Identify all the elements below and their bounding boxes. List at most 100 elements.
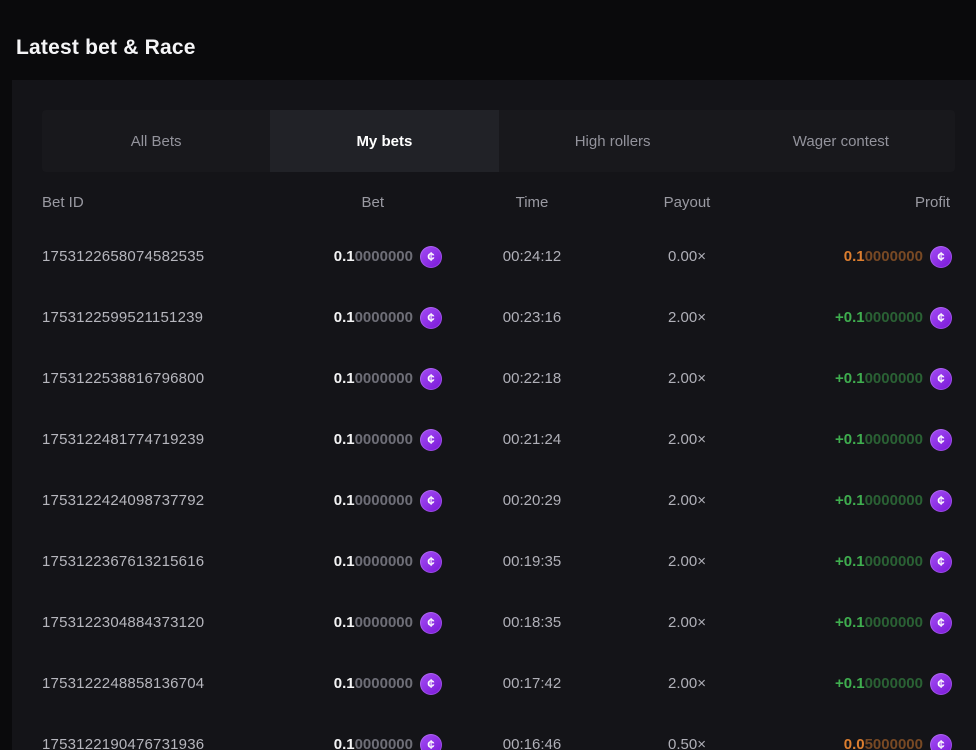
bet-profit-main: +0.1 bbox=[835, 492, 865, 509]
bet-amount: 0.10000000 ¢ bbox=[282, 551, 442, 573]
currency-coin-icon: ¢ bbox=[930, 429, 952, 451]
table-row[interactable]: 1753122481774719239 0.10000000 ¢ 00:21:2… bbox=[12, 409, 976, 470]
currency-coin-icon: ¢ bbox=[420, 490, 442, 512]
bet-profit: +0.10000000 ¢ bbox=[752, 612, 952, 634]
bet-amount: 0.10000000 ¢ bbox=[282, 673, 442, 695]
currency-coin-icon: ¢ bbox=[420, 551, 442, 573]
bet-id: 1753122481774719239 bbox=[42, 431, 282, 448]
header-profit: Profit bbox=[752, 194, 952, 211]
bet-profit-zeros: 0000000 bbox=[865, 614, 923, 631]
bet-time: 00:17:42 bbox=[442, 675, 622, 692]
header-time: Time bbox=[442, 194, 622, 211]
bet-payout: 2.00× bbox=[622, 309, 752, 326]
bet-profit: 0.10000000 ¢ bbox=[752, 246, 952, 268]
tab-all-bets[interactable]: All Bets bbox=[42, 110, 270, 172]
bet-amount-zeros: 0000000 bbox=[355, 431, 413, 448]
header-payout: Payout bbox=[622, 194, 752, 211]
bets-panel: All Bets My bets High rollers Wager cont… bbox=[12, 80, 976, 750]
bet-id: 1753122304884373120 bbox=[42, 614, 282, 631]
tab-my-bets[interactable]: My bets bbox=[270, 110, 498, 172]
bet-profit-zeros: 5000000 bbox=[865, 736, 923, 750]
currency-coin-icon: ¢ bbox=[420, 429, 442, 451]
tab-high-rollers[interactable]: High rollers bbox=[499, 110, 727, 172]
bet-time: 00:23:16 bbox=[442, 309, 622, 326]
table-row[interactable]: 1753122658074582535 0.10000000 ¢ 00:24:1… bbox=[12, 226, 976, 287]
table-row[interactable]: 1753122248858136704 0.10000000 ¢ 00:17:4… bbox=[12, 653, 976, 714]
bet-payout: 2.00× bbox=[622, 675, 752, 692]
header-bet-id: Bet ID bbox=[42, 194, 282, 211]
bet-amount: 0.10000000 ¢ bbox=[282, 246, 442, 268]
bet-id: 1753122538816796800 bbox=[42, 370, 282, 387]
bet-profit-main: 0.0 bbox=[844, 736, 865, 750]
bet-amount-main: 0.1 bbox=[334, 736, 355, 750]
bet-profit: +0.10000000 ¢ bbox=[752, 551, 952, 573]
table-row[interactable]: 1753122424098737792 0.10000000 ¢ 00:20:2… bbox=[12, 470, 976, 531]
bet-time: 00:19:35 bbox=[442, 553, 622, 570]
bet-amount-zeros: 0000000 bbox=[355, 553, 413, 570]
currency-coin-icon: ¢ bbox=[930, 551, 952, 573]
bet-time: 00:18:35 bbox=[442, 614, 622, 631]
tab-wager-contest[interactable]: Wager contest bbox=[727, 110, 955, 172]
bet-profit-main: 0.1 bbox=[844, 248, 865, 265]
currency-coin-icon: ¢ bbox=[930, 307, 952, 329]
table-row[interactable]: 1753122599521151239 0.10000000 ¢ 00:23:1… bbox=[12, 287, 976, 348]
bet-id: 1753122658074582535 bbox=[42, 248, 282, 265]
bet-payout: 2.00× bbox=[622, 370, 752, 387]
currency-coin-icon: ¢ bbox=[420, 734, 442, 750]
bet-amount-zeros: 0000000 bbox=[355, 492, 413, 509]
bet-profit-zeros: 0000000 bbox=[865, 431, 923, 448]
bet-payout: 0.00× bbox=[622, 248, 752, 265]
bet-amount-main: 0.1 bbox=[334, 675, 355, 692]
bet-id: 1753122190476731936 bbox=[42, 736, 282, 750]
page-title: Latest bet & Race bbox=[16, 36, 196, 60]
table-header-row: Bet ID Bet Time Payout Profit bbox=[12, 178, 976, 226]
bet-profit: +0.10000000 ¢ bbox=[752, 673, 952, 695]
bet-amount: 0.10000000 ¢ bbox=[282, 612, 442, 634]
bet-amount-main: 0.1 bbox=[334, 309, 355, 326]
bet-amount-main: 0.1 bbox=[334, 370, 355, 387]
bet-amount-zeros: 0000000 bbox=[355, 675, 413, 692]
bet-amount: 0.10000000 ¢ bbox=[282, 368, 442, 390]
header-bet: Bet bbox=[282, 194, 442, 211]
currency-coin-icon: ¢ bbox=[420, 612, 442, 634]
bet-profit-main: +0.1 bbox=[835, 553, 865, 570]
bet-amount-zeros: 0000000 bbox=[355, 309, 413, 326]
bet-amount: 0.10000000 ¢ bbox=[282, 307, 442, 329]
bet-time: 00:22:18 bbox=[442, 370, 622, 387]
currency-coin-icon: ¢ bbox=[930, 246, 952, 268]
bet-profit-zeros: 0000000 bbox=[865, 675, 923, 692]
currency-coin-icon: ¢ bbox=[420, 673, 442, 695]
bet-profit-main: +0.1 bbox=[835, 614, 865, 631]
currency-coin-icon: ¢ bbox=[420, 307, 442, 329]
bet-payout: 2.00× bbox=[622, 614, 752, 631]
table-row[interactable]: 1753122367613215616 0.10000000 ¢ 00:19:3… bbox=[12, 531, 976, 592]
table-row[interactable]: 1753122304884373120 0.10000000 ¢ 00:18:3… bbox=[12, 592, 976, 653]
bet-payout: 0.50× bbox=[622, 736, 752, 750]
bet-id: 1753122367613215616 bbox=[42, 553, 282, 570]
bet-id: 1753122424098737792 bbox=[42, 492, 282, 509]
bet-profit: +0.10000000 ¢ bbox=[752, 490, 952, 512]
currency-coin-icon: ¢ bbox=[930, 734, 952, 750]
bet-time: 00:20:29 bbox=[442, 492, 622, 509]
bet-id: 1753122248858136704 bbox=[42, 675, 282, 692]
bet-profit-zeros: 0000000 bbox=[865, 309, 923, 326]
bets-table-body: 1753122658074582535 0.10000000 ¢ 00:24:1… bbox=[12, 226, 976, 750]
bet-payout: 2.00× bbox=[622, 431, 752, 448]
bet-amount-main: 0.1 bbox=[334, 492, 355, 509]
bet-profit-zeros: 0000000 bbox=[865, 492, 923, 509]
bet-amount-zeros: 0000000 bbox=[355, 736, 413, 750]
bet-time: 00:24:12 bbox=[442, 248, 622, 265]
bet-time: 00:16:46 bbox=[442, 736, 622, 750]
bet-profit: +0.10000000 ¢ bbox=[752, 307, 952, 329]
bet-profit-main: +0.1 bbox=[835, 370, 865, 387]
bet-amount: 0.10000000 ¢ bbox=[282, 429, 442, 451]
bet-profit-main: +0.1 bbox=[835, 309, 865, 326]
currency-coin-icon: ¢ bbox=[420, 246, 442, 268]
bet-profit-zeros: 0000000 bbox=[865, 248, 923, 265]
table-row[interactable]: 1753122190476731936 0.10000000 ¢ 00:16:4… bbox=[12, 714, 976, 750]
bet-time: 00:21:24 bbox=[442, 431, 622, 448]
bet-payout: 2.00× bbox=[622, 492, 752, 509]
bet-profit-main: +0.1 bbox=[835, 431, 865, 448]
table-row[interactable]: 1753122538816796800 0.10000000 ¢ 00:22:1… bbox=[12, 348, 976, 409]
currency-coin-icon: ¢ bbox=[420, 368, 442, 390]
